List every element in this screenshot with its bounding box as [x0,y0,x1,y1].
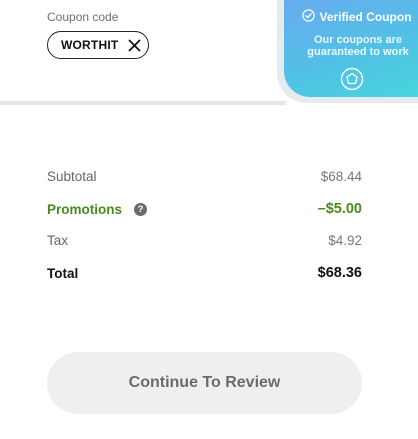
verified-coupon-description: Our coupons are guaranteed to work [307,34,409,58]
tax-label: Tax [47,233,69,248]
subtotal-value: $68.44 [320,169,362,184]
promotions-label-group: Promotions ? [47,201,148,217]
subtotal-row: Subtotal $68.44 [47,169,362,184]
check-circle-icon [302,9,316,25]
coupon-code-label: Coupon code [47,10,119,24]
shield-badge-icon [340,67,364,91]
tax-row: Tax $4.92 [47,233,362,248]
coupon-code-value: WORTHIT [61,38,119,52]
close-icon[interactable] [128,38,141,52]
question-circle-icon[interactable]: ? [134,202,148,216]
total-label: Total [47,265,79,281]
verified-coupon-heading: Verified Coupon [292,9,418,25]
subtotal-label: Subtotal [47,169,97,184]
section-divider [0,101,286,105]
promotions-label: Promotions [47,201,123,217]
applied-coupon-chip: WORTHIT [47,31,149,59]
verified-coupon-title: Verified Coupon [319,10,412,24]
promotions-value: –$5.00 [317,201,362,217]
tax-value: $4.92 [328,233,362,248]
total-row: Total $68.36 [47,265,362,281]
verified-coupon-card: Verified Coupon Our coupons are guarante… [284,0,418,97]
promotions-row: Promotions ? –$5.00 [47,201,362,217]
continue-to-review-button[interactable]: Continue To Review [47,352,362,414]
total-value: $68.36 [317,265,362,281]
